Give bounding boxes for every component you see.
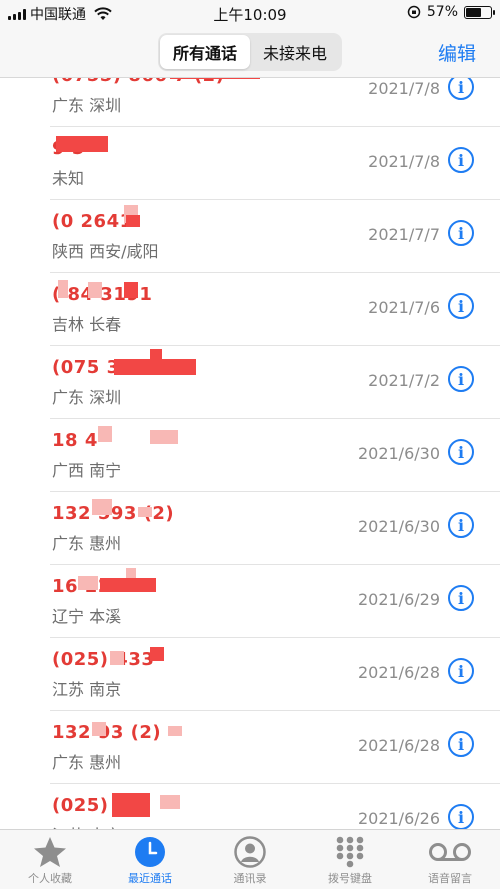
- call-location: 未知: [52, 169, 85, 188]
- info-icon[interactable]: i: [448, 512, 474, 538]
- info-icon[interactable]: i: [448, 731, 474, 757]
- info-icon[interactable]: i: [448, 439, 474, 465]
- call-row[interactable]: 18 4 广西 南宁 2021/6/30 i: [50, 420, 500, 492]
- call-row[interactable]: 9 5未知2021/7/8i: [50, 128, 500, 200]
- call-row[interactable]: 132 93 (2) 广东 惠州 2021/6/28 i: [50, 712, 500, 784]
- redaction-mark: [98, 426, 112, 442]
- redaction-mark: [114, 359, 196, 375]
- info-icon[interactable]: i: [448, 78, 474, 100]
- call-number: 132 93 (2): [52, 722, 162, 743]
- call-date: 2021/6/26: [357, 809, 440, 828]
- call-location: 吉林 长春: [52, 315, 122, 334]
- battery-percent: 57%: [426, 4, 458, 20]
- call-date: 2021/6/30: [357, 517, 440, 536]
- call-filter-segmented-control: 所有通话 未接来电: [158, 33, 342, 71]
- redaction-mark: [100, 578, 156, 592]
- call-location: 广东 深圳: [52, 96, 122, 115]
- call-location: 广东 深圳: [52, 388, 122, 407]
- redaction-mark: [160, 795, 180, 809]
- redaction-mark: [126, 215, 140, 227]
- call-date: 2021/6/28: [357, 663, 440, 682]
- call-location: 江苏 南京: [52, 680, 122, 699]
- call-number: (0755) 866 7 (2): [52, 78, 224, 86]
- call-number: 18 4: [52, 430, 98, 451]
- tab-favorites[interactable]: 个人收藏: [0, 830, 100, 889]
- redaction-mark: [150, 647, 164, 661]
- battery-fill: [466, 7, 481, 17]
- call-date: 2021/7/8: [368, 152, 440, 171]
- recent-calls-list[interactable]: (0755) 866 7 (2)广东 深圳2021/7/8i9 5未知2021/…: [0, 78, 500, 830]
- redaction-mark: [168, 726, 182, 736]
- star-icon: [34, 837, 66, 867]
- call-row[interactable]: (0 2641 陕西 西安/咸阳 2021/7/7 i: [50, 201, 500, 273]
- redaction-mark: [124, 282, 138, 298]
- redaction-mark: [150, 349, 162, 361]
- call-location: 广东 惠州: [52, 534, 122, 553]
- call-row[interactable]: (0755) 866 7 (2) 广东 深圳 2021/7/8 i: [50, 78, 500, 127]
- redaction-mark: [78, 576, 98, 590]
- call-row[interactable]: 16 227辽宁 本溪2021/6/29i: [50, 566, 500, 638]
- info-icon[interactable]: i: [448, 585, 474, 611]
- nav-bar: 所有通话 未接来电 编辑: [0, 28, 500, 78]
- orientation-lock-icon: [407, 5, 421, 19]
- clock-icon: [135, 837, 165, 867]
- keypad-icon: [336, 836, 364, 868]
- info-icon[interactable]: i: [448, 220, 474, 246]
- call-row[interactable]: 132 593 (2) 广东 惠州 2021/6/30 i: [50, 493, 500, 565]
- tab-label: 最近通话: [128, 872, 172, 885]
- tab-contacts[interactable]: 通讯录: [200, 830, 300, 889]
- tab-keypad[interactable]: 拨号键盘: [300, 830, 400, 889]
- call-date: 2021/7/6: [368, 298, 440, 317]
- call-number: (025): [52, 795, 109, 816]
- status-right: 57%: [407, 4, 495, 20]
- call-number: 132 593 (2): [52, 503, 175, 524]
- tab-label: 语音留言: [428, 872, 472, 885]
- battery-icon: [464, 5, 495, 19]
- voicemail-icon: [429, 843, 471, 861]
- info-icon[interactable]: i: [448, 658, 474, 684]
- redaction-mark: [88, 282, 102, 298]
- tab-label: 通讯录: [233, 872, 267, 885]
- tab-bar: 个人收藏 最近通话 通讯录 拨号键盘 语音留言: [0, 829, 500, 889]
- call-number: (025) 433: [52, 649, 155, 670]
- call-row[interactable]: (025) 433 江苏 南京 2021/6/28 i: [50, 639, 500, 711]
- redaction-mark: [126, 568, 136, 578]
- edit-button[interactable]: 编辑: [438, 39, 476, 66]
- call-date: 2021/6/28: [357, 736, 440, 755]
- call-date: 2021/7/8: [368, 79, 440, 98]
- call-date: 2021/6/29: [357, 590, 440, 609]
- call-date: 2021/6/30: [357, 444, 440, 463]
- info-icon[interactable]: i: [448, 804, 474, 830]
- info-icon[interactable]: i: [448, 147, 474, 173]
- redaction-mark: [92, 722, 106, 736]
- call-date: 2021/7/7: [368, 225, 440, 244]
- call-location: 广东 惠州: [52, 753, 122, 772]
- redaction-mark: [110, 651, 124, 665]
- tab-recents[interactable]: 最近通话: [100, 830, 200, 889]
- call-number: (0 2641: [52, 211, 133, 232]
- info-icon[interactable]: i: [448, 293, 474, 319]
- tab-label: 拨号键盘: [328, 872, 372, 885]
- info-icon[interactable]: i: [448, 366, 474, 392]
- redaction-mark: [92, 499, 112, 515]
- tab-voicemail[interactable]: 语音留言: [400, 830, 500, 889]
- redaction-mark: [112, 793, 150, 817]
- redaction-mark: [58, 280, 68, 298]
- redaction-mark: [170, 78, 260, 79]
- person-circle-icon: [234, 836, 266, 868]
- segment-all-calls[interactable]: 所有通话: [160, 35, 250, 69]
- call-location: 陕西 西安/咸阳: [52, 242, 159, 261]
- tab-label: 个人收藏: [28, 872, 72, 885]
- call-row[interactable]: (075 317 广东 深圳 2021/7/2 i: [50, 347, 500, 419]
- call-location: 广西 南宁: [52, 461, 122, 480]
- call-row[interactable]: (025)江苏 南京2021/6/26i: [50, 785, 500, 830]
- segment-missed-calls[interactable]: 未接来电: [250, 35, 340, 69]
- redaction-mark: [138, 507, 152, 517]
- redaction-mark: [150, 430, 178, 444]
- status-bar: 中国联通 上午10:09 57%: [0, 0, 500, 28]
- redaction-mark: [56, 136, 108, 152]
- call-location: 辽宁 本溪: [52, 607, 122, 626]
- call-date: 2021/7/2: [368, 371, 440, 390]
- call-row[interactable]: ( 84 3191 吉林 长春 2021/7/6 i: [50, 274, 500, 346]
